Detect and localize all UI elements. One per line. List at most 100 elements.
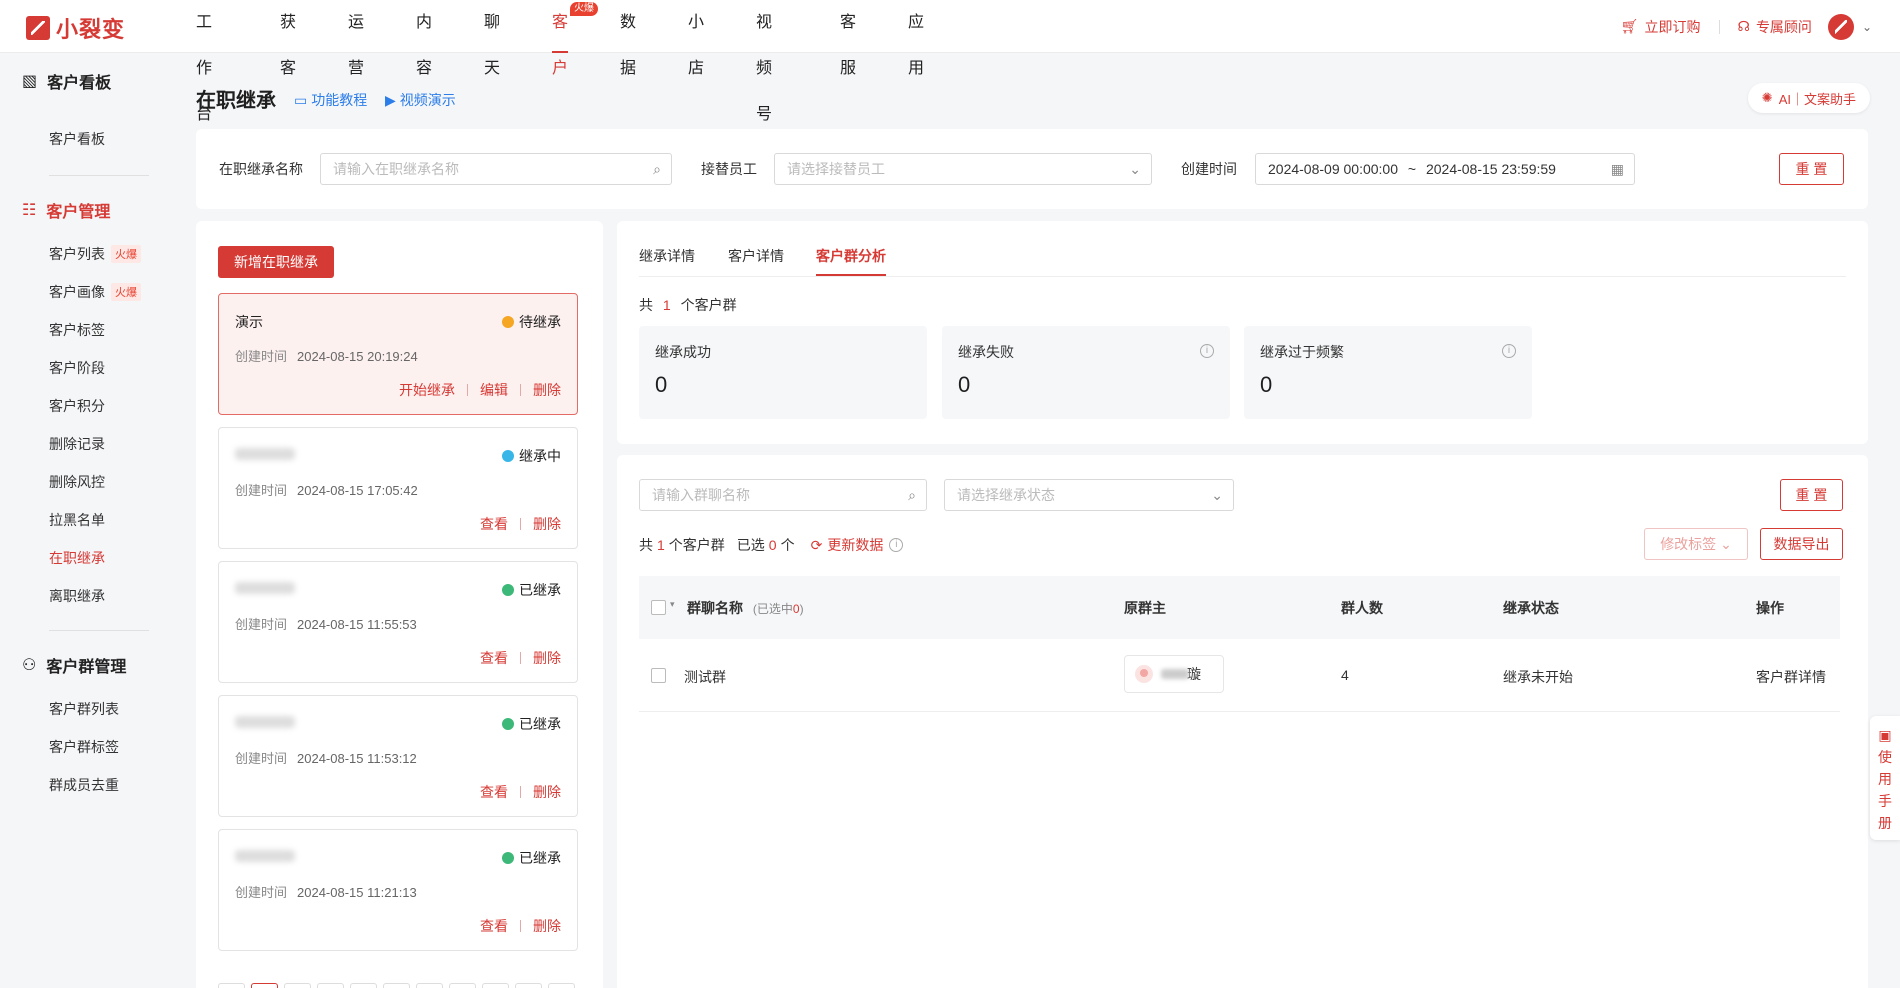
view-link[interactable]: 查看: [480, 782, 508, 802]
delete-link[interactable]: 删除: [533, 380, 561, 400]
sidebar-item-group-dedupe[interactable]: 群成员去重: [49, 775, 119, 795]
date-range-picker[interactable]: 2024-08-09 00:00:00 ~ 2024-08-15 23:59:5…: [1255, 153, 1635, 185]
sidebar-item-customer-list[interactable]: 客户列表 火爆: [49, 244, 141, 264]
prev-page-button[interactable]: <: [218, 983, 245, 988]
sidebar-group-customer-manage[interactable]: ☷ 客户管理: [22, 198, 110, 222]
next-page-button[interactable]: >: [548, 983, 575, 988]
edit-link[interactable]: 编辑: [480, 380, 508, 400]
record-time-label: 创建时间: [235, 885, 288, 900]
sidebar-item-customer-stage[interactable]: 客户阶段: [49, 358, 105, 378]
info-icon[interactable]: i: [1200, 344, 1214, 358]
inherit-record[interactable]: 已继承 创建时间 2024-08-15 11:53:12 查看 删除: [218, 695, 578, 817]
sidebar-item-delete-records[interactable]: 删除记录: [49, 434, 105, 454]
nav-item-service[interactable]: 客服: [840, 0, 856, 77]
info-icon[interactable]: i: [1502, 344, 1516, 358]
brand-logo[interactable]: 小裂变: [26, 12, 125, 44]
page-button[interactable]: 7: [449, 983, 476, 988]
sidebar-item-onjob-inherit[interactable]: 在职继承: [49, 548, 105, 568]
add-inherit-button[interactable]: 新增在职继承: [218, 246, 334, 278]
tab-group-analysis[interactable]: 客户群分析: [816, 246, 886, 276]
view-link[interactable]: 查看: [480, 916, 508, 936]
sidebar-item-customer-points[interactable]: 客户积分: [49, 396, 105, 416]
consultant-link[interactable]: ☊ 专属顾问: [1738, 17, 1812, 37]
page-button[interactable]: 8: [482, 983, 509, 988]
sidebar-item-group-tags[interactable]: 客户群标签: [49, 737, 119, 757]
delete-link[interactable]: 删除: [533, 916, 561, 936]
chevron-down-icon[interactable]: ⌄: [1862, 20, 1872, 34]
owner-name-blurred: [1161, 669, 1189, 679]
staff-select[interactable]: 请选择接替员工 ⌄: [774, 153, 1152, 185]
nav-item-apps[interactable]: 应用: [908, 0, 924, 77]
nav-item-channels[interactable]: 视频号: [756, 0, 772, 123]
time-filter-label: 创建时间: [1181, 161, 1237, 177]
sidebar-item-resign-inherit[interactable]: 离职继承: [49, 586, 105, 606]
record-actions: 查看 删除: [480, 514, 561, 534]
inherit-record[interactable]: 演示 待继承 创建时间 2024-08-15 20:19:24 开始继承 编辑 删…: [218, 293, 578, 415]
name-filter-placeholder: 请输入在职继承名称: [333, 161, 459, 177]
selected-suffix: 个: [780, 537, 795, 553]
page-button[interactable]: 3: [317, 983, 344, 988]
group-detail-link[interactable]: 客户群详情: [1756, 667, 1826, 687]
tab-customer-detail[interactable]: 客户详情: [728, 246, 784, 276]
export-button[interactable]: 数据导出: [1760, 528, 1843, 560]
caret-down-icon[interactable]: ▾: [670, 599, 675, 610]
group-reset-button[interactable]: 重 置: [1780, 479, 1843, 511]
page-button[interactable]: 1: [251, 983, 278, 988]
divider: [49, 175, 149, 176]
page-button[interactable]: 2: [284, 983, 311, 988]
nav-item-workbench[interactable]: 工作台: [196, 0, 212, 123]
record-name: 演示: [235, 314, 263, 330]
row-checkbox[interactable]: [651, 668, 666, 683]
detail-panel: 继承详情 客户详情 客户群分析 共 1 个客户群 继承成功 0 继承失败 0 i…: [617, 221, 1868, 444]
inherit-record[interactable]: 已继承 创建时间 2024-08-15 11:21:13 查看 删除: [218, 829, 578, 951]
group-search-input[interactable]: 请输入群聊名称 ⌕: [639, 479, 927, 511]
inherit-record[interactable]: 已继承 创建时间 2024-08-15 11:55:53 查看 删除: [218, 561, 578, 683]
view-link[interactable]: 查看: [480, 648, 508, 668]
tutorial-link[interactable]: ▭ 功能教程: [294, 90, 367, 110]
nav-item-customer[interactable]: 客户 火爆: [552, 0, 598, 77]
start-inherit-link[interactable]: 开始继承: [399, 380, 455, 400]
record-time-label: 创建时间: [235, 349, 288, 364]
nav-item-data[interactable]: 数据: [620, 0, 636, 77]
video-link[interactable]: ▶ 视频演示: [385, 90, 456, 110]
record-status: 待继承: [502, 312, 561, 332]
sidebar-item-blacklist[interactable]: 拉黑名单: [49, 510, 105, 530]
sidebar-item-customer-portrait[interactable]: 客户画像 火爆: [49, 282, 141, 302]
nav-item-shop[interactable]: 小店: [688, 0, 704, 77]
search-icon: ⌕: [908, 487, 916, 503]
refresh-data-button[interactable]: ⟳ 更新数据: [811, 535, 884, 555]
page-button[interactable]: 9: [515, 983, 542, 988]
tab-inherit-detail[interactable]: 继承详情: [639, 246, 695, 276]
group-name-cell: 测试群: [684, 669, 726, 685]
sidebar-item-group-list[interactable]: 客户群列表: [49, 699, 119, 719]
delete-link[interactable]: 删除: [533, 514, 561, 534]
modify-tags-button[interactable]: 修改标签 ⌄: [1644, 528, 1748, 560]
sidebar-group-group-manage[interactable]: ⚇ 客户群管理: [22, 653, 126, 677]
select-all-checkbox[interactable]: [651, 600, 666, 615]
nav-item-chat[interactable]: 聊天: [484, 0, 500, 77]
nav-item-acquire[interactable]: 获客: [280, 0, 296, 77]
inherit-record[interactable]: 继承中 创建时间 2024-08-15 17:05:42 查看 删除: [218, 427, 578, 549]
inherit-status-select[interactable]: 请选择继承状态 ⌄: [944, 479, 1234, 511]
page-button[interactable]: 5: [383, 983, 410, 988]
filter-reset-button[interactable]: 重 置: [1779, 153, 1844, 185]
delete-link[interactable]: 删除: [533, 782, 561, 802]
nav-item-operate[interactable]: 运营: [348, 0, 364, 77]
info-icon[interactable]: i: [889, 538, 904, 552]
view-link[interactable]: 查看: [480, 514, 508, 534]
sidebar-group-dashboard[interactable]: ▧ 客户看板: [22, 69, 111, 93]
nav-item-content[interactable]: 内容: [416, 0, 432, 77]
nav-item-customer-label: 客户: [552, 14, 569, 77]
delete-link[interactable]: 删除: [533, 648, 561, 668]
page-button[interactable]: 4: [350, 983, 377, 988]
page-button[interactable]: 6: [416, 983, 443, 988]
user-avatar[interactable]: [1827, 13, 1854, 40]
ai-assistant-button[interactable]: ✺ AI｜文案助手: [1747, 83, 1870, 113]
sidebar-item-customer-tags[interactable]: 客户标签: [49, 320, 105, 340]
sidebar-item-delete-risk[interactable]: 删除风控: [49, 472, 105, 492]
name-filter-input[interactable]: 请输入在职继承名称 ⌕: [320, 153, 672, 185]
column-status: 继承状态: [1503, 600, 1559, 616]
user-manual-tab[interactable]: ▣ 使用手册: [1870, 716, 1900, 840]
sidebar-item-customer-dashboard[interactable]: 客户看板: [49, 129, 105, 149]
subscribe-link[interactable]: 🛒︎ 立即订购: [1621, 17, 1701, 37]
